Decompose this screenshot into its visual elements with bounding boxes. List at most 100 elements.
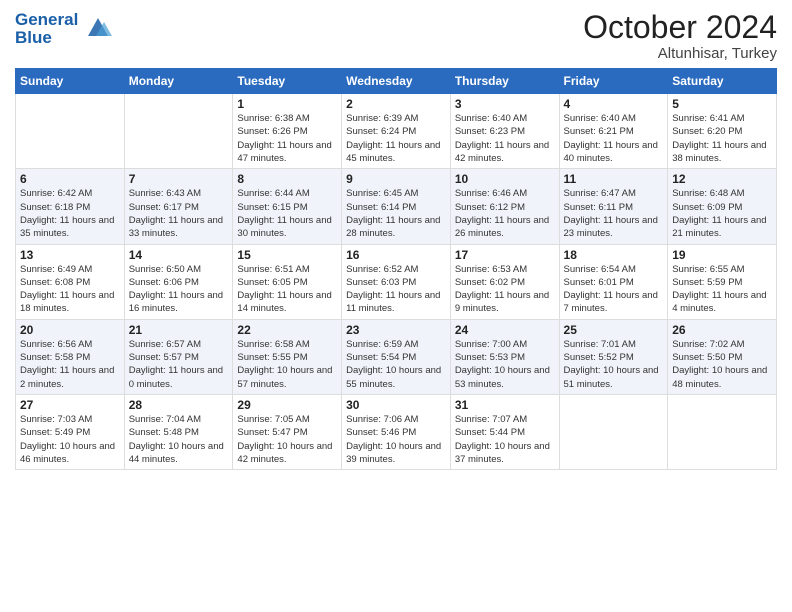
daylight-text: Daylight: 11 hours and 18 minutes.	[20, 289, 120, 316]
col-header-friday: Friday	[559, 69, 668, 94]
calendar-cell: 14Sunrise: 6:50 AMSunset: 6:06 PMDayligh…	[124, 244, 233, 319]
day-info: Sunrise: 6:45 AMSunset: 6:14 PMDaylight:…	[346, 187, 446, 240]
sunrise-text: Sunrise: 6:41 AM	[672, 112, 772, 125]
calendar-cell: 8Sunrise: 6:44 AMSunset: 6:15 PMDaylight…	[233, 169, 342, 244]
calendar-cell: 13Sunrise: 6:49 AMSunset: 6:08 PMDayligh…	[16, 244, 125, 319]
page: General Blue October 2024 Altunhisar, Tu…	[0, 0, 792, 612]
day-number: 17	[455, 248, 555, 262]
sunrise-text: Sunrise: 7:05 AM	[237, 413, 337, 426]
daylight-text: Daylight: 11 hours and 2 minutes.	[20, 364, 120, 391]
day-number: 10	[455, 172, 555, 186]
calendar-cell: 1Sunrise: 6:38 AMSunset: 6:26 PMDaylight…	[233, 94, 342, 169]
calendar-cell: 27Sunrise: 7:03 AMSunset: 5:49 PMDayligh…	[16, 394, 125, 469]
sunset-text: Sunset: 6:01 PM	[564, 276, 664, 289]
calendar-header-row: SundayMondayTuesdayWednesdayThursdayFrid…	[16, 69, 777, 94]
day-number: 5	[672, 97, 772, 111]
sunrise-text: Sunrise: 6:44 AM	[237, 187, 337, 200]
day-info: Sunrise: 6:55 AMSunset: 5:59 PMDaylight:…	[672, 263, 772, 316]
sunset-text: Sunset: 5:48 PM	[129, 426, 229, 439]
sunset-text: Sunset: 6:26 PM	[237, 125, 337, 138]
daylight-text: Daylight: 11 hours and 45 minutes.	[346, 139, 446, 166]
calendar-cell: 7Sunrise: 6:43 AMSunset: 6:17 PMDaylight…	[124, 169, 233, 244]
day-info: Sunrise: 7:04 AMSunset: 5:48 PMDaylight:…	[129, 413, 229, 466]
daylight-text: Daylight: 11 hours and 21 minutes.	[672, 214, 772, 241]
day-info: Sunrise: 6:50 AMSunset: 6:06 PMDaylight:…	[129, 263, 229, 316]
daylight-text: Daylight: 11 hours and 16 minutes.	[129, 289, 229, 316]
daylight-text: Daylight: 11 hours and 28 minutes.	[346, 214, 446, 241]
day-number: 29	[237, 398, 337, 412]
daylight-text: Daylight: 11 hours and 26 minutes.	[455, 214, 555, 241]
day-info: Sunrise: 7:02 AMSunset: 5:50 PMDaylight:…	[672, 338, 772, 391]
sunrise-text: Sunrise: 6:59 AM	[346, 338, 446, 351]
day-info: Sunrise: 6:47 AMSunset: 6:11 PMDaylight:…	[564, 187, 664, 240]
day-info: Sunrise: 6:54 AMSunset: 6:01 PMDaylight:…	[564, 263, 664, 316]
sunset-text: Sunset: 6:21 PM	[564, 125, 664, 138]
sunrise-text: Sunrise: 6:42 AM	[20, 187, 120, 200]
calendar-cell: 26Sunrise: 7:02 AMSunset: 5:50 PMDayligh…	[668, 319, 777, 394]
col-header-monday: Monday	[124, 69, 233, 94]
sunset-text: Sunset: 5:52 PM	[564, 351, 664, 364]
day-number: 22	[237, 323, 337, 337]
day-number: 18	[564, 248, 664, 262]
sunset-text: Sunset: 5:54 PM	[346, 351, 446, 364]
sunset-text: Sunset: 5:58 PM	[20, 351, 120, 364]
day-info: Sunrise: 6:57 AMSunset: 5:57 PMDaylight:…	[129, 338, 229, 391]
day-number: 11	[564, 172, 664, 186]
day-info: Sunrise: 6:58 AMSunset: 5:55 PMDaylight:…	[237, 338, 337, 391]
calendar-cell: 22Sunrise: 6:58 AMSunset: 5:55 PMDayligh…	[233, 319, 342, 394]
sunrise-text: Sunrise: 7:04 AM	[129, 413, 229, 426]
day-number: 25	[564, 323, 664, 337]
calendar-week-row: 6Sunrise: 6:42 AMSunset: 6:18 PMDaylight…	[16, 169, 777, 244]
calendar-cell: 5Sunrise: 6:41 AMSunset: 6:20 PMDaylight…	[668, 94, 777, 169]
day-info: Sunrise: 6:39 AMSunset: 6:24 PMDaylight:…	[346, 112, 446, 165]
sunset-text: Sunset: 6:11 PM	[564, 201, 664, 214]
sunrise-text: Sunrise: 6:50 AM	[129, 263, 229, 276]
sunset-text: Sunset: 6:14 PM	[346, 201, 446, 214]
calendar-cell: 29Sunrise: 7:05 AMSunset: 5:47 PMDayligh…	[233, 394, 342, 469]
day-info: Sunrise: 6:51 AMSunset: 6:05 PMDaylight:…	[237, 263, 337, 316]
calendar-cell: 17Sunrise: 6:53 AMSunset: 6:02 PMDayligh…	[450, 244, 559, 319]
sunset-text: Sunset: 5:47 PM	[237, 426, 337, 439]
day-number: 3	[455, 97, 555, 111]
daylight-text: Daylight: 10 hours and 39 minutes.	[346, 440, 446, 467]
sunset-text: Sunset: 5:57 PM	[129, 351, 229, 364]
daylight-text: Daylight: 11 hours and 11 minutes.	[346, 289, 446, 316]
daylight-text: Daylight: 10 hours and 55 minutes.	[346, 364, 446, 391]
sunrise-text: Sunrise: 6:56 AM	[20, 338, 120, 351]
day-number: 7	[129, 172, 229, 186]
sunset-text: Sunset: 5:49 PM	[20, 426, 120, 439]
calendar-table: SundayMondayTuesdayWednesdayThursdayFrid…	[15, 68, 777, 470]
day-info: Sunrise: 6:40 AMSunset: 6:21 PMDaylight:…	[564, 112, 664, 165]
sunset-text: Sunset: 6:24 PM	[346, 125, 446, 138]
day-info: Sunrise: 7:03 AMSunset: 5:49 PMDaylight:…	[20, 413, 120, 466]
sunset-text: Sunset: 6:18 PM	[20, 201, 120, 214]
calendar-cell	[16, 94, 125, 169]
calendar-cell: 24Sunrise: 7:00 AMSunset: 5:53 PMDayligh…	[450, 319, 559, 394]
logo-blue: Blue	[15, 29, 78, 47]
col-header-saturday: Saturday	[668, 69, 777, 94]
col-header-thursday: Thursday	[450, 69, 559, 94]
calendar-cell: 10Sunrise: 6:46 AMSunset: 6:12 PMDayligh…	[450, 169, 559, 244]
sunrise-text: Sunrise: 6:52 AM	[346, 263, 446, 276]
day-info: Sunrise: 6:48 AMSunset: 6:09 PMDaylight:…	[672, 187, 772, 240]
day-number: 19	[672, 248, 772, 262]
sunrise-text: Sunrise: 6:39 AM	[346, 112, 446, 125]
calendar-cell: 11Sunrise: 6:47 AMSunset: 6:11 PMDayligh…	[559, 169, 668, 244]
day-info: Sunrise: 7:06 AMSunset: 5:46 PMDaylight:…	[346, 413, 446, 466]
daylight-text: Daylight: 11 hours and 35 minutes.	[20, 214, 120, 241]
calendar-cell: 20Sunrise: 6:56 AMSunset: 5:58 PMDayligh…	[16, 319, 125, 394]
calendar-cell: 30Sunrise: 7:06 AMSunset: 5:46 PMDayligh…	[342, 394, 451, 469]
day-info: Sunrise: 6:46 AMSunset: 6:12 PMDaylight:…	[455, 187, 555, 240]
daylight-text: Daylight: 11 hours and 40 minutes.	[564, 139, 664, 166]
sunrise-text: Sunrise: 6:45 AM	[346, 187, 446, 200]
calendar-week-row: 1Sunrise: 6:38 AMSunset: 6:26 PMDaylight…	[16, 94, 777, 169]
day-number: 16	[346, 248, 446, 262]
calendar-cell: 15Sunrise: 6:51 AMSunset: 6:05 PMDayligh…	[233, 244, 342, 319]
calendar-cell: 2Sunrise: 6:39 AMSunset: 6:24 PMDaylight…	[342, 94, 451, 169]
sunset-text: Sunset: 6:08 PM	[20, 276, 120, 289]
day-number: 13	[20, 248, 120, 262]
calendar-cell	[124, 94, 233, 169]
sunset-text: Sunset: 6:20 PM	[672, 125, 772, 138]
sunrise-text: Sunrise: 7:07 AM	[455, 413, 555, 426]
day-number: 9	[346, 172, 446, 186]
